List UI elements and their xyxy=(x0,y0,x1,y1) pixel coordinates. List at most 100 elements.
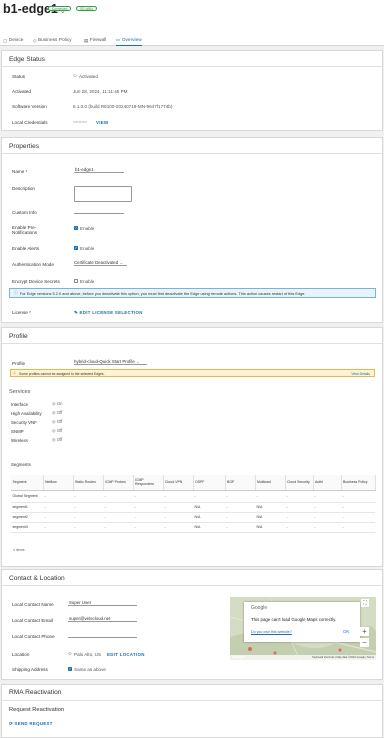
map-ok-button[interactable]: OK xyxy=(343,629,349,634)
col-header[interactable]: BGP xyxy=(225,475,256,491)
table-cell: - xyxy=(285,502,313,513)
alerts-label: Enable Alerts xyxy=(12,246,40,251)
tab-firewall[interactable]: ▤ Firewall xyxy=(84,35,106,46)
warning-icon: ⚠ xyxy=(13,371,17,375)
edge-status-title: Edge Status xyxy=(9,56,45,63)
table-cell: N/A xyxy=(255,502,285,513)
table-cell: - xyxy=(73,512,103,523)
table-cell: - xyxy=(225,512,255,523)
col-header[interactable]: Netflow xyxy=(43,475,74,491)
map-footer: Keyboard shortcuts | Map data ©2024 Goog… xyxy=(230,655,376,660)
alerts-value: Enable xyxy=(80,246,95,251)
ha-state: Off xyxy=(56,410,63,415)
local-credentials-label: Local Credentials xyxy=(12,120,48,125)
activated-value: Jun 28, 2024, 11:11:45 PM xyxy=(73,89,128,94)
map-error-dialog: Google This page can't load Google Maps … xyxy=(244,602,360,642)
table-cell: - xyxy=(103,522,133,533)
col-header[interactable]: Cloud VPN xyxy=(163,475,194,491)
snmp-toggle[interactable]: ◎ Off xyxy=(52,428,62,433)
col-header[interactable]: Cloud Security xyxy=(285,475,314,491)
table-cell: - xyxy=(133,490,163,503)
col-header[interactable]: AuthI xyxy=(313,475,342,491)
view-details-link[interactable]: View Details xyxy=(351,372,370,376)
google-brand: Google xyxy=(251,605,268,611)
table-cell: - xyxy=(285,490,313,503)
shipping-same-checkbox[interactable]: ✓ xyxy=(68,667,73,672)
edit-license-label: EDIT LICENSE SELECTION xyxy=(79,310,143,315)
description-textarea[interactable] xyxy=(74,186,132,202)
security-vnf-state: Off xyxy=(56,419,63,424)
col-header[interactable]: Static Routes xyxy=(73,475,104,491)
security-vnf-toggle[interactable]: ◎ Off xyxy=(52,419,62,424)
table-row: Global Segment - - - - - - - - - - - xyxy=(11,490,375,503)
auth-mode-value: Certificate Deactivated xyxy=(74,260,119,265)
col-header[interactable]: Segment xyxy=(11,475,44,491)
activated-status-icon: ⊙ xyxy=(73,73,77,78)
encrypt-secrets-checkbox[interactable] xyxy=(74,279,79,284)
table-row: segment3 - - - - - N/A - N/A - - - xyxy=(11,522,375,533)
segment-name: segment3 xyxy=(11,522,43,533)
table-cell: - xyxy=(73,522,103,533)
auth-mode-select[interactable]: Certificate Deactivated ⌄ xyxy=(74,260,127,266)
pre-notifications-label: Enable Pre-Notifications xyxy=(12,225,38,236)
alerts-checkbox[interactable]: ✓ xyxy=(74,246,79,251)
view-credentials-link[interactable]: VIEW xyxy=(96,120,108,125)
table-cell: - xyxy=(103,490,133,503)
location-map[interactable]: Google This page can't load Google Maps … xyxy=(230,597,376,660)
divider xyxy=(2,700,382,701)
contact-phone-input[interactable] xyxy=(68,632,137,638)
col-header[interactable]: ICMP Probes xyxy=(103,475,134,491)
status-value: Activated xyxy=(79,74,98,79)
table-cell: - xyxy=(285,522,313,533)
col-header[interactable]: Multicast xyxy=(255,475,286,491)
divider xyxy=(2,585,382,586)
table-cell: - xyxy=(285,512,313,523)
wireless-state: Off xyxy=(56,437,63,442)
local-credentials-value: •••••••••• xyxy=(73,119,88,124)
segment-name: segment2 xyxy=(11,512,43,523)
custom-info-input[interactable] xyxy=(74,208,124,214)
items-count: 4 items xyxy=(13,548,25,552)
google-logo: Google xyxy=(232,654,246,659)
col-header[interactable]: Business Policy xyxy=(341,475,376,491)
sdwan-badge: SD-WAN xyxy=(76,6,97,11)
divider xyxy=(2,66,382,67)
edit-location-link[interactable]: EDIT LOCATION xyxy=(107,652,145,657)
table-header-row: Segment Netflow Static Routes ICMP Probe… xyxy=(11,475,376,491)
divider xyxy=(2,343,382,344)
col-header[interactable]: ICMP Responders xyxy=(133,475,164,491)
table-cell: - xyxy=(341,512,375,523)
table-row: segment1 - - - - - N/A - N/A - - - xyxy=(11,502,375,513)
interface-toggle[interactable]: ◎ On xyxy=(52,401,62,406)
col-header[interactable]: OSPF xyxy=(193,475,226,491)
profile-select[interactable]: hybrid-cloud-Quick Start Profile ⌄ xyxy=(74,359,147,365)
table-cell: - xyxy=(43,490,73,503)
table-cell: - xyxy=(313,502,341,513)
send-request-label: SEND REQUEST xyxy=(14,721,53,726)
info-icon: ⓘ xyxy=(14,290,18,295)
pre-notifications-checkbox[interactable]: ✓ xyxy=(74,226,79,231)
tab-device[interactable]: ▢ Device xyxy=(3,35,23,46)
table-cell: - xyxy=(163,490,193,503)
send-request-link[interactable]: ⟳ SEND REQUEST xyxy=(9,721,53,727)
tab-business-policy[interactable]: ◇ Business Policy xyxy=(33,35,72,46)
segment-name: Global Segment xyxy=(11,490,43,503)
own-website-link[interactable]: Do you own this website? xyxy=(251,630,292,634)
fullscreen-icon[interactable]: ⛶ xyxy=(361,599,369,607)
rma-title: RMA Reactivation xyxy=(9,689,62,696)
table-cell: - xyxy=(133,502,163,513)
contact-name-input[interactable]: Super User xyxy=(68,600,137,606)
tab-device-label: Device xyxy=(8,38,24,43)
name-input[interactable]: b1-edge1 xyxy=(74,167,124,173)
table-cell: - xyxy=(163,502,193,513)
wireless-toggle[interactable]: ◎ Off xyxy=(52,437,62,442)
edit-license-link[interactable]: ✎ EDIT LICENSE SELECTION xyxy=(74,310,143,316)
location-pin-icon: ⊙ xyxy=(68,651,72,656)
zoom-in-button[interactable]: + xyxy=(360,627,369,636)
contact-email-input[interactable]: super@velocloud.net xyxy=(68,616,137,622)
info-text: For Edge versions 5.2.0 and above, befor… xyxy=(19,290,306,296)
connected-badge: Connected xyxy=(48,6,72,11)
zoom-out-button[interactable]: − xyxy=(360,638,369,647)
tab-overview[interactable]: ▭ Overview xyxy=(116,35,142,46)
ha-toggle[interactable]: ◎ Off xyxy=(52,410,62,415)
